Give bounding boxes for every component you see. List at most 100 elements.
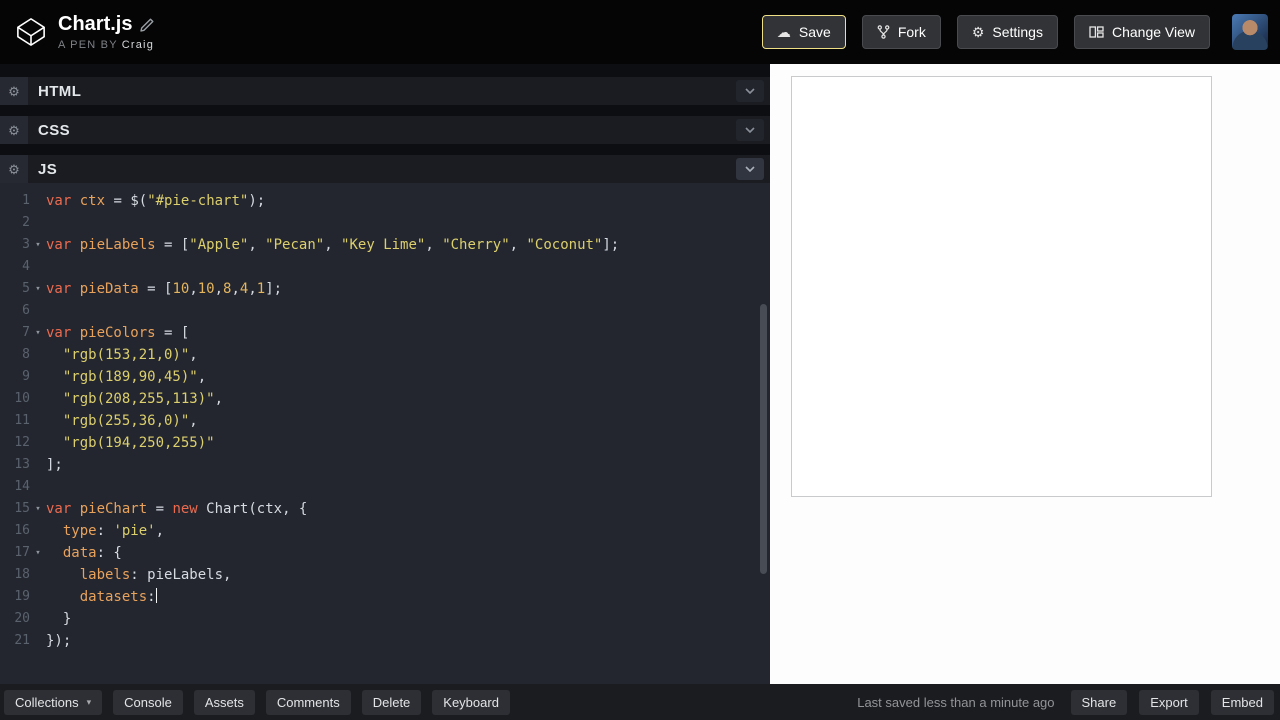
code-line[interactable]: 3 ▾ var pieLabels = ["Apple", "Pecan", "Ke…	[0, 234, 770, 256]
html-collapse-chevron-icon[interactable]	[736, 80, 764, 102]
fold-chevron-icon[interactable]: ▾	[30, 234, 46, 256]
code-line[interactable]: 1 var ctx = $("#pie-chart");	[0, 190, 770, 212]
fold-chevron-icon[interactable]: ▾	[30, 322, 46, 344]
code-line[interactable]: 16 type: 'pie',	[0, 520, 770, 542]
code-line[interactable]: 18 labels: pieLabels,	[0, 564, 770, 586]
js-section-header[interactable]: ⚙ JS	[0, 155, 770, 183]
code-line[interactable]: 6	[0, 300, 770, 322]
fold-chevron-icon[interactable]: ▾	[30, 498, 46, 520]
editor-scrollbar-thumb[interactable]	[760, 304, 767, 574]
css-editor-gear-icon[interactable]: ⚙	[0, 116, 28, 144]
code-line[interactable]: 8 "rgb(153,21,0)",	[0, 344, 770, 366]
line-number: 15	[14, 501, 30, 516]
code-line[interactable]: 4	[0, 256, 770, 278]
code-line[interactable]: 14	[0, 476, 770, 498]
top-header: Chart.js A PEN BY Craig ☁ Save Fork ⚙ Se…	[0, 0, 1280, 64]
author-link[interactable]: Craig	[122, 39, 154, 51]
code-line[interactable]: 17 ▾ data: {	[0, 542, 770, 564]
code-line[interactable]: 7 ▾ var pieColors = [	[0, 322, 770, 344]
code-text: labels: pieLabels,	[79, 567, 232, 583]
change-view-icon	[1089, 26, 1104, 38]
code-line[interactable]: 19 datasets:	[0, 586, 770, 608]
code-line[interactable]: 11 "rgb(255,36,0)",	[0, 410, 770, 432]
code-line[interactable]: 2	[0, 212, 770, 234]
chart-canvas-area	[791, 76, 1212, 497]
assets-button[interactable]: Assets	[193, 689, 255, 715]
pen-byline: A PEN BY Craig	[58, 39, 154, 51]
keyboard-button[interactable]: Keyboard	[432, 689, 510, 715]
css-collapse-chevron-icon[interactable]	[736, 119, 764, 141]
code-text: var pieChart = new Chart(ctx, {	[46, 501, 308, 517]
code-line[interactable]: 20 }	[0, 608, 770, 630]
html-editor-gear-icon[interactable]: ⚙	[0, 77, 28, 105]
fold-chevron-icon[interactable]: ▾	[30, 542, 46, 564]
codepen-logo-icon[interactable]	[16, 17, 46, 47]
line-number: 17	[14, 545, 30, 560]
code-line[interactable]: 13];	[0, 454, 770, 476]
delete-button[interactable]: Delete	[361, 689, 422, 715]
export-button[interactable]: Export	[1139, 689, 1199, 715]
header-actions: ☁ Save Fork ⚙ Settings Change View	[761, 14, 1268, 50]
code-line[interactable]: 21});	[0, 630, 770, 652]
code-text: var pieColors = [	[46, 325, 190, 341]
js-collapse-chevron-icon[interactable]	[736, 158, 764, 180]
code-text: var pieLabels = ["Apple", "Pecan", "Key …	[46, 237, 620, 253]
code-text: }	[46, 611, 72, 627]
comments-button[interactable]: Comments	[265, 689, 351, 715]
css-section-label: CSS	[38, 121, 71, 139]
code-text: });	[46, 633, 72, 649]
settings-button[interactable]: ⚙ Settings	[956, 15, 1058, 49]
edit-title-pencil-icon[interactable]	[140, 18, 154, 32]
fork-button[interactable]: Fork	[861, 15, 941, 49]
line-number: 21	[14, 633, 30, 648]
code-text: data: {	[62, 545, 122, 561]
code-line[interactable]: 15 ▾ var pieChart = new Chart(ctx, {	[0, 498, 770, 520]
line-number: 16	[14, 523, 30, 538]
js-code-editor[interactable]: 1 var ctx = $("#pie-chart"); 2 3 ▾ var pieLab…	[0, 183, 770, 684]
line-number: 9	[22, 369, 30, 384]
line-number: 13	[14, 457, 30, 472]
console-button[interactable]: Console	[113, 689, 183, 715]
code-line[interactable]: 5 ▾ var pieData = [10,10,8,4,1];	[0, 278, 770, 300]
line-number: 6	[22, 303, 30, 318]
line-number: 7	[22, 325, 30, 340]
footer-right: Last saved less than a minute ago Share …	[857, 689, 1274, 715]
editor-column: ⚙ HTML ⚙ CSS ⚙ JS 1 var ctx = $("#pie-cha…	[0, 64, 770, 684]
user-avatar[interactable]	[1232, 14, 1268, 50]
collections-dropdown[interactable]: Collections ▾	[4, 689, 103, 715]
html-section-header[interactable]: ⚙ HTML	[0, 77, 770, 105]
byline-prefix: A PEN BY	[58, 39, 118, 51]
share-button[interactable]: Share	[1070, 689, 1128, 715]
line-number: 8	[22, 347, 30, 362]
js-editor-gear-icon[interactable]: ⚙	[0, 155, 28, 183]
save-button[interactable]: ☁ Save	[761, 15, 846, 49]
code-text: "rgb(153,21,0)",	[62, 347, 198, 363]
code-text: "rgb(194,250,255)"	[62, 435, 215, 451]
line-number: 5	[22, 281, 30, 296]
pen-title[interactable]: Chart.js	[58, 13, 132, 36]
change-view-button[interactable]: Change View	[1073, 15, 1210, 49]
code-line[interactable]: 10 "rgb(208,255,113)",	[0, 388, 770, 410]
line-number: 11	[14, 413, 30, 428]
css-section-header[interactable]: ⚙ CSS	[0, 116, 770, 144]
code-line[interactable]: 12 "rgb(194,250,255)"	[0, 432, 770, 454]
preview-pane	[770, 64, 1280, 684]
fold-chevron-icon[interactable]: ▾	[30, 278, 46, 300]
footer-bar: Collections ▾ Console Assets Comments De…	[0, 684, 1280, 720]
line-number: 12	[14, 435, 30, 450]
code-text: "rgb(189,90,45)",	[62, 369, 207, 385]
code-line[interactable]: 9 "rgb(189,90,45)",	[0, 366, 770, 388]
embed-button[interactable]: Embed	[1210, 689, 1274, 715]
line-number: 3	[22, 237, 30, 252]
code-text: "rgb(255,36,0)",	[62, 413, 198, 429]
